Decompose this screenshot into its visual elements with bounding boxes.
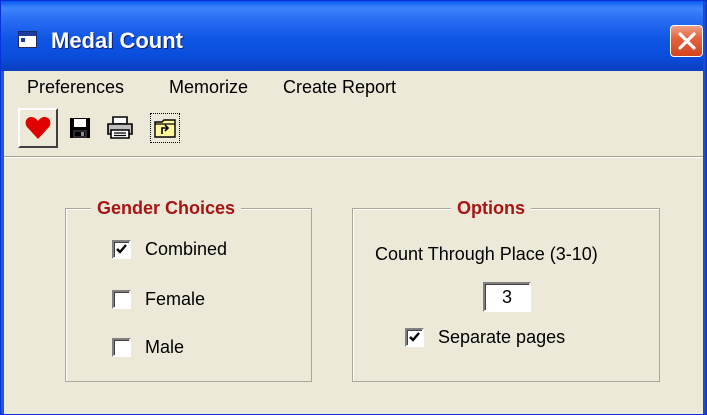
folder-up-icon xyxy=(154,119,176,138)
title-bar[interactable]: Medal Count xyxy=(1,1,706,71)
menu-memorize[interactable]: Memorize xyxy=(169,77,248,98)
female-option[interactable]: Female xyxy=(112,289,205,310)
favorite-button[interactable] xyxy=(18,108,58,148)
gender-choices-title: Gender Choices xyxy=(91,198,242,219)
open-folder-button[interactable] xyxy=(145,108,185,148)
print-icon xyxy=(107,116,133,139)
count-through-place-label: Count Through Place (3-10) xyxy=(375,244,598,264)
options-title: Options xyxy=(451,198,531,219)
menu-create-report[interactable]: Create Report xyxy=(283,77,396,98)
male-option[interactable]: Male xyxy=(112,337,184,358)
save-icon xyxy=(70,118,90,138)
male-checkbox[interactable] xyxy=(112,338,131,357)
medal-count-window: Medal Count Preferences Memorize Create … xyxy=(0,0,707,415)
window-icon xyxy=(18,31,37,48)
combined-checkbox[interactable] xyxy=(112,240,131,259)
window-title: Medal Count xyxy=(51,28,183,53)
menu-bar: Preferences Memorize Create Report xyxy=(4,71,705,105)
heart-icon xyxy=(25,117,51,139)
close-button[interactable] xyxy=(670,25,703,57)
separate-pages-checkbox[interactable] xyxy=(405,328,424,347)
close-icon xyxy=(678,32,696,50)
print-button[interactable] xyxy=(100,108,140,148)
save-button[interactable] xyxy=(60,108,100,148)
toolbar xyxy=(4,105,705,155)
gender-choices-group: Gender Choices Combined Female Male xyxy=(65,198,312,382)
menu-preferences[interactable]: Preferences xyxy=(27,77,124,98)
checkmark-icon xyxy=(116,244,127,254)
options-group: Options Count Through Place (3-10) 3 Sep… xyxy=(352,198,660,382)
combined-option[interactable]: Combined xyxy=(112,239,227,260)
count-through-place-input[interactable]: 3 xyxy=(483,282,531,312)
male-label: Male xyxy=(145,337,185,357)
female-checkbox[interactable] xyxy=(112,290,131,309)
toolbar-separator xyxy=(4,156,705,158)
combined-label: Combined xyxy=(145,239,228,259)
female-label: Female xyxy=(145,289,206,309)
checkmark-icon xyxy=(409,332,420,342)
separate-pages-label: Separate pages xyxy=(438,327,566,347)
separate-pages-option[interactable]: Separate pages xyxy=(405,327,565,348)
